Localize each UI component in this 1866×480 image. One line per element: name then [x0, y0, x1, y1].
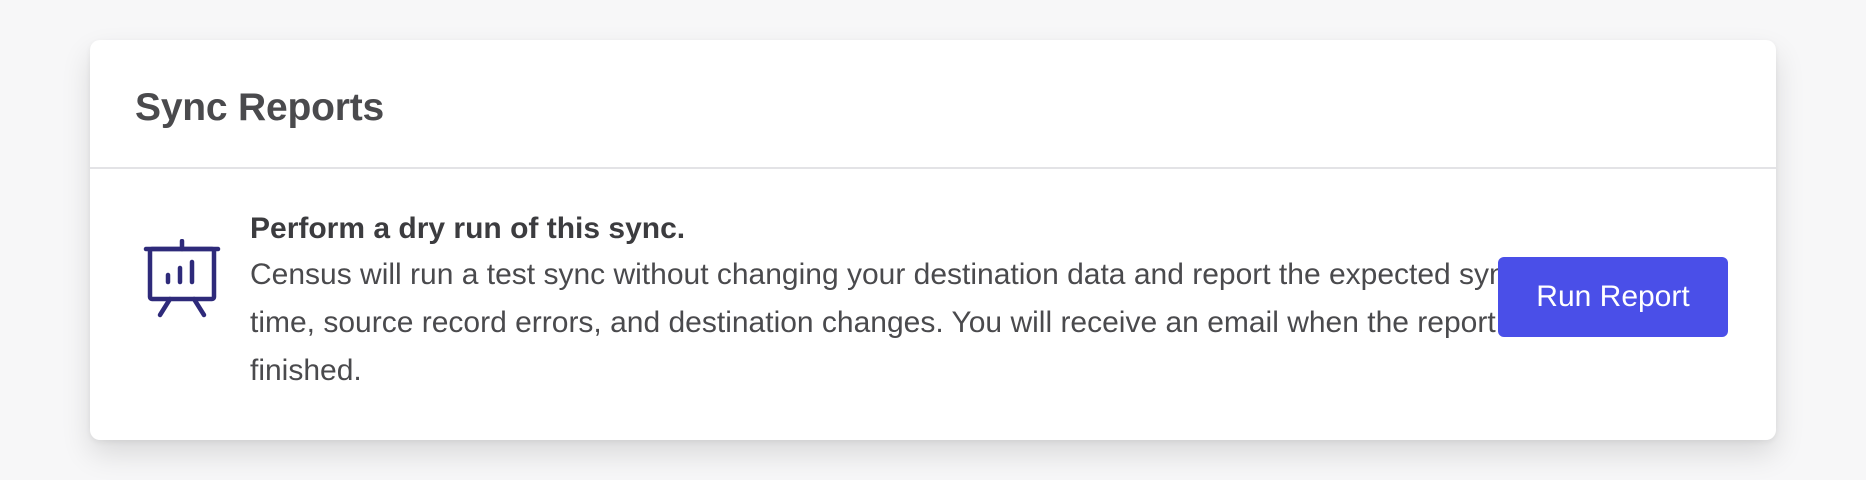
dry-run-text: Perform a dry run of this sync. Census w…: [250, 209, 1550, 395]
card-header: Sync Reports: [90, 40, 1776, 169]
dry-run-description: Census will run a test sync without chan…: [250, 258, 1526, 387]
card-title: Sync Reports: [135, 85, 385, 129]
presentation-chart-icon: [142, 238, 222, 321]
card-body: Perform a dry run of this sync. Census w…: [90, 169, 1776, 438]
sync-reports-card: Sync Reports Perform a dry run of this s…: [90, 40, 1776, 440]
dry-run-headline: Perform a dry run of this sync.: [250, 212, 686, 245]
run-report-button[interactable]: Run Report: [1498, 257, 1728, 337]
